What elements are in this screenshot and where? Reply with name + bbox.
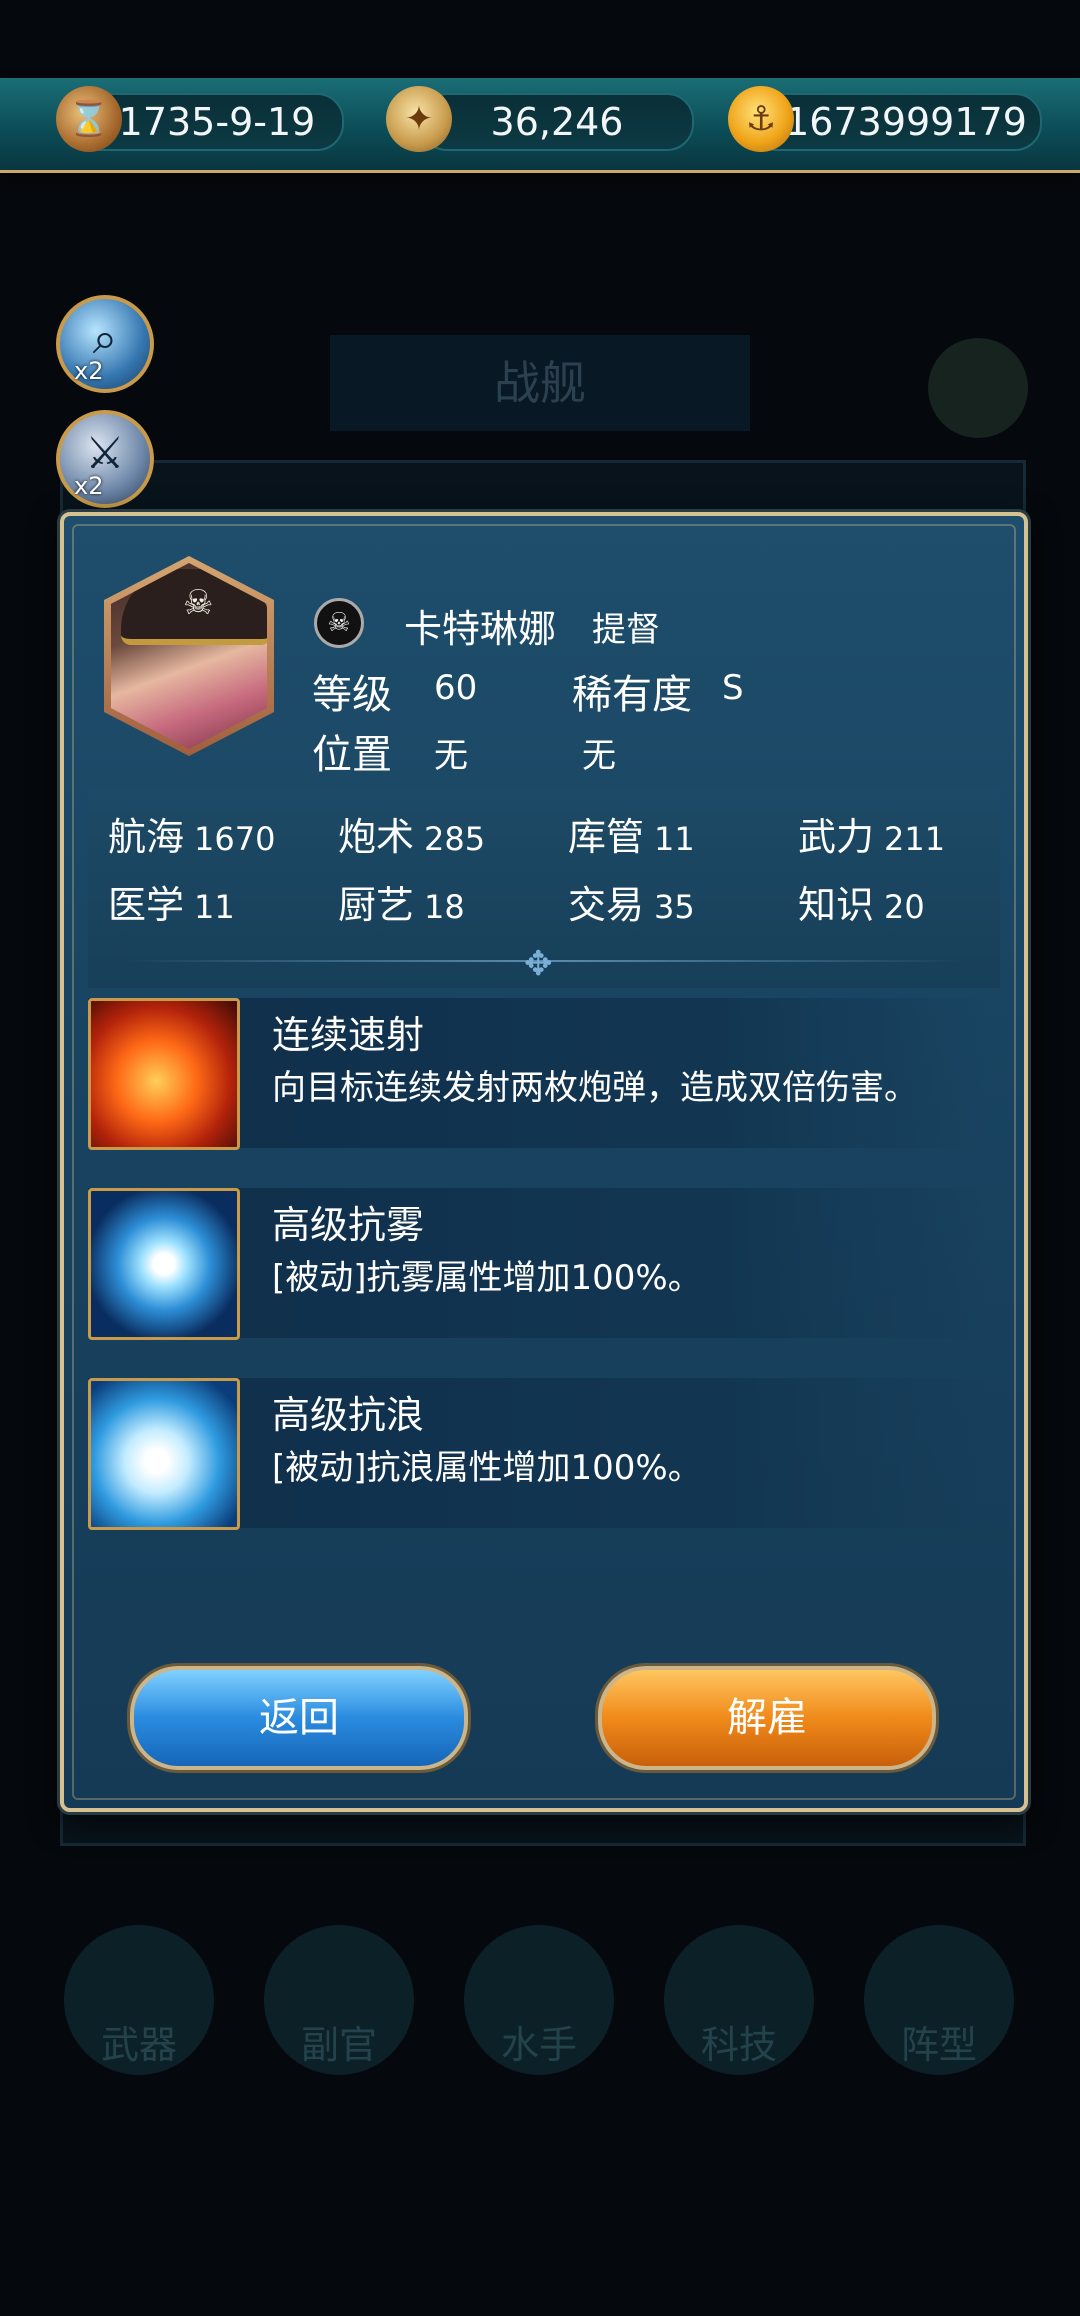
stat-storage: 库管 11 — [568, 815, 695, 859]
stat-force: 武力 211 — [798, 815, 946, 859]
wave-resist-icon — [88, 1378, 240, 1530]
dismiss-button[interactable]: 解雇 — [598, 1666, 936, 1770]
stat-medicine: 医学 11 — [108, 883, 235, 927]
stat-navigation: 航海 1670 — [108, 815, 276, 859]
fog-resist-icon — [88, 1188, 240, 1340]
skill-item[interactable]: 连续速射 向目标连续发射两枚炮弹，造成双倍伤害。 — [88, 998, 988, 1150]
compass-icon: ✦ — [386, 86, 452, 152]
officer-rank: 提督 — [592, 610, 660, 650]
stat-trade: 交易 35 — [568, 883, 695, 927]
position-value: 无 — [434, 736, 468, 776]
hourglass-icon: ⌛ — [56, 86, 122, 152]
stat-knowledge: 知识 20 — [798, 883, 925, 927]
skill-desc: 向目标连续发射两枚炮弹，造成双倍伤害。 — [272, 1068, 918, 1108]
skill-desc: [被动]抗浪属性增加100%。 — [272, 1448, 702, 1488]
level-value: 60 — [434, 668, 478, 708]
bottom-nav: 武器 副官 水手 科技 阵型 — [60, 1925, 1020, 2085]
skill-item[interactable]: 高级抗雾 [被动]抗雾属性增加100%。 — [88, 1188, 988, 1340]
nav-formation: 阵型 — [864, 1925, 1014, 2075]
resource-bar: 1735-9-19 ⌛ 36,246 ✦ 1673999179 ⚓ — [0, 78, 1080, 173]
rarity-value: S — [722, 668, 744, 708]
level-label: 等级 — [312, 672, 392, 718]
skill-item[interactable]: 高级抗浪 [被动]抗浪属性增加100%。 — [88, 1378, 988, 1530]
compass-value: 36,246 — [490, 100, 624, 144]
back-button[interactable]: 返回 — [130, 1666, 468, 1770]
stat-cooking: 厨艺 18 — [338, 883, 465, 927]
position-label: 位置 — [312, 732, 392, 778]
fire-cannon-icon — [88, 998, 240, 1150]
skill-title: 连续速射 — [272, 1013, 425, 1057]
nav-sailor: 水手 — [464, 1925, 614, 2075]
position-value-2: 无 — [582, 736, 616, 776]
pirate-class-icon: ☠ — [314, 598, 364, 648]
stat-gunnery: 炮术 285 — [338, 815, 486, 859]
nav-tech: 科技 — [664, 1925, 814, 2075]
nav-weapon: 武器 — [64, 1925, 214, 2075]
back-arrow-icon — [928, 338, 1028, 438]
officer-portrait: ☠ — [104, 556, 274, 756]
rarity-label: 稀有度 — [572, 672, 692, 718]
divider-ornament-icon: ✥ — [524, 944, 553, 984]
anchor-coin-icon: ⚓ — [728, 86, 794, 152]
officer-name: 卡特琳娜 — [404, 607, 557, 651]
search-boost-button[interactable]: ⌕ x2 — [56, 295, 154, 393]
skill-title: 高级抗雾 — [272, 1203, 425, 1247]
skill-title: 高级抗浪 — [272, 1393, 425, 1437]
gold-value: 1673999179 — [785, 100, 1027, 144]
background-title: 战舰 — [330, 335, 750, 431]
nav-officer: 副官 — [264, 1925, 414, 2075]
officer-detail-dialog: ☠ ☠ 卡特琳娜 提督 等级 60 稀有度 S 位置 无 无 航海 1670 炮术… — [60, 512, 1028, 1812]
battle-boost-button[interactable]: ⚔ x2 — [56, 410, 154, 508]
compass-resource: 36,246 — [420, 93, 694, 151]
skill-desc: [被动]抗雾属性增加100%。 — [272, 1258, 702, 1298]
